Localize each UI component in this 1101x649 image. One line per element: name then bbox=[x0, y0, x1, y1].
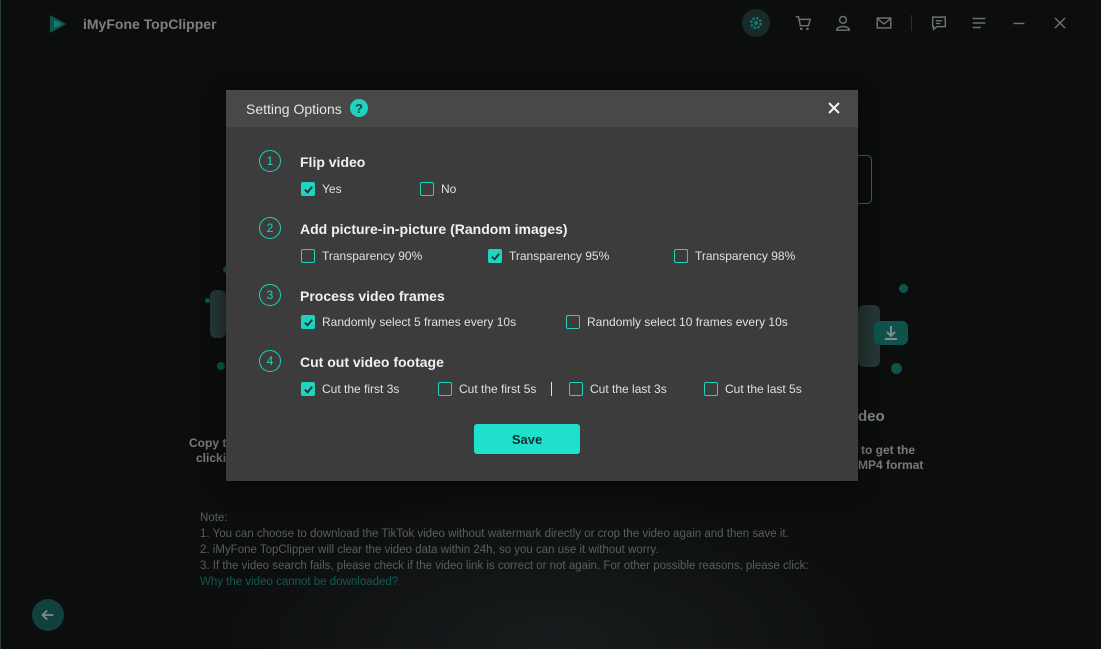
checkbox-checked[interactable] bbox=[488, 249, 502, 263]
section-title-cut-footage: Cut out video footage bbox=[300, 354, 444, 370]
section-number: 2 bbox=[259, 217, 281, 239]
help-icon[interactable]: ? bbox=[350, 99, 368, 117]
setting-options-dialog: Setting Options ? 1 Flip video Yes No 2 … bbox=[226, 90, 858, 481]
section-number: 1 bbox=[259, 150, 281, 172]
checkbox[interactable] bbox=[704, 382, 718, 396]
check-icon bbox=[303, 385, 313, 394]
option-transparency-98[interactable]: Transparency 98% bbox=[674, 249, 795, 263]
option-cut-last-5s[interactable]: Cut the last 5s bbox=[704, 382, 802, 396]
option-cut-first-5s[interactable]: Cut the first 5s bbox=[438, 382, 536, 396]
option-cut-last-3s[interactable]: Cut the last 3s bbox=[569, 382, 667, 396]
checkbox[interactable] bbox=[674, 249, 688, 263]
dialog-header: Setting Options ? bbox=[226, 90, 858, 127]
option-5-frames[interactable]: Randomly select 5 frames every 10s bbox=[301, 315, 516, 329]
option-transparency-95[interactable]: Transparency 95% bbox=[488, 249, 609, 263]
option-label: Transparency 98% bbox=[695, 249, 796, 263]
checkbox[interactable] bbox=[420, 182, 434, 196]
dialog-title: Setting Options bbox=[246, 101, 342, 117]
section-number: 3 bbox=[259, 284, 281, 306]
checkbox[interactable] bbox=[569, 382, 583, 396]
option-label: Cut the last 5s bbox=[725, 382, 802, 396]
checkbox[interactable] bbox=[438, 382, 452, 396]
option-label: Transparency 95% bbox=[509, 249, 610, 263]
check-icon bbox=[490, 252, 500, 261]
checkbox[interactable] bbox=[301, 249, 315, 263]
close-icon bbox=[828, 102, 840, 114]
option-flip-yes[interactable]: Yes bbox=[301, 182, 342, 196]
checkbox-checked[interactable] bbox=[301, 315, 315, 329]
option-cut-first-3s[interactable]: Cut the first 3s bbox=[301, 382, 399, 396]
option-divider bbox=[551, 382, 552, 396]
save-button[interactable]: Save bbox=[474, 424, 580, 454]
option-label: No bbox=[441, 182, 457, 196]
section-number: 4 bbox=[259, 350, 281, 372]
option-label: Cut the first 3s bbox=[322, 382, 400, 396]
option-label: Transparency 90% bbox=[322, 249, 423, 263]
option-label: Yes bbox=[322, 182, 342, 196]
checkbox-checked[interactable] bbox=[301, 182, 315, 196]
check-icon bbox=[303, 185, 313, 194]
section-title-process-frames: Process video frames bbox=[300, 288, 445, 304]
check-icon bbox=[303, 318, 313, 327]
option-label: Cut the last 3s bbox=[590, 382, 667, 396]
section-title-picture-in-picture: Add picture-in-picture (Random images) bbox=[300, 221, 568, 237]
option-label: Randomly select 10 frames every 10s bbox=[587, 315, 788, 329]
option-flip-no[interactable]: No bbox=[420, 182, 456, 196]
checkbox[interactable] bbox=[566, 315, 580, 329]
option-transparency-90[interactable]: Transparency 90% bbox=[301, 249, 422, 263]
section-title-flip-video: Flip video bbox=[300, 154, 366, 170]
dialog-close-button[interactable] bbox=[826, 100, 842, 116]
app-window: iMyFone TopClipper Copy th clickin deo t… bbox=[0, 0, 1101, 649]
option-label: Cut the first 5s bbox=[459, 382, 537, 396]
option-10-frames[interactable]: Randomly select 10 frames every 10s bbox=[566, 315, 788, 329]
checkbox-checked[interactable] bbox=[301, 382, 315, 396]
option-label: Randomly select 5 frames every 10s bbox=[322, 315, 517, 329]
